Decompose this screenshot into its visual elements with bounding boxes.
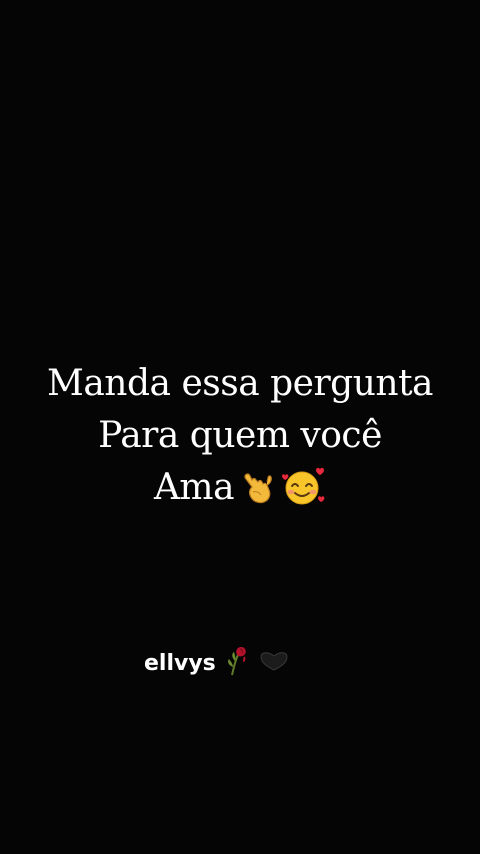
smiling-face-with-hearts-icon bbox=[280, 466, 326, 521]
message-line-1: Manda essa pergunta bbox=[46, 363, 434, 404]
story-screen: Manda essa pergunta Para quem você Ama e… bbox=[0, 0, 480, 854]
message-text: Manda essa pergunta Para quem você Ama bbox=[0, 358, 480, 521]
message-line-3-text: Ama bbox=[153, 467, 235, 508]
black-heart-icon bbox=[258, 649, 290, 677]
watermark-username: ellvys bbox=[144, 650, 216, 676]
message-line-3: Ama bbox=[0, 462, 480, 521]
watermark: ellvys bbox=[144, 643, 290, 683]
message-line-2: Para quem você bbox=[98, 415, 382, 456]
wilted-rose-icon bbox=[222, 643, 252, 683]
call-me-hand-icon bbox=[240, 468, 274, 521]
